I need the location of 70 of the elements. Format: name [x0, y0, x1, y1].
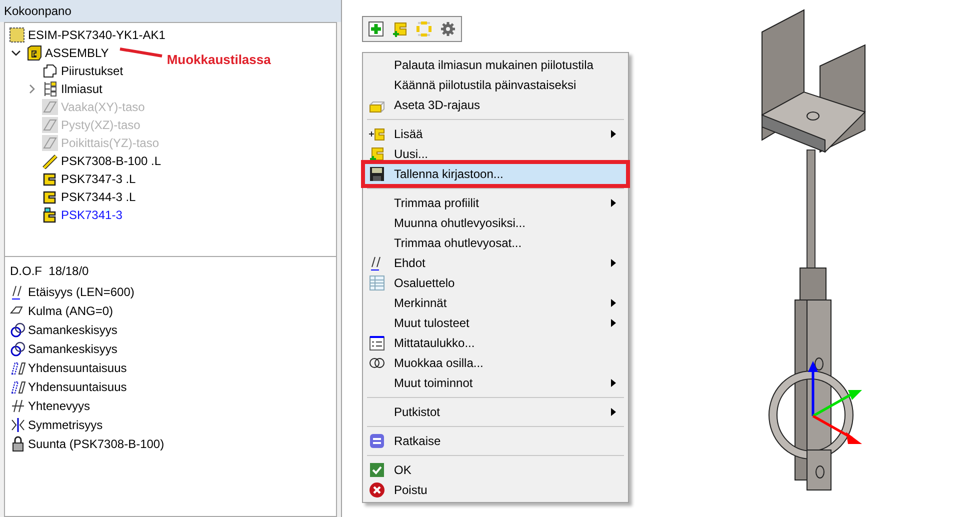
check-icon [369, 462, 385, 478]
parallel-constraint-icon [10, 360, 26, 376]
annotation-text: Muokkaustilassa [166, 51, 271, 70]
part-edit-icon [42, 207, 58, 223]
new-part-icon[interactable] [392, 21, 408, 37]
list-icon [369, 335, 385, 351]
concentric-constraint-icon [10, 322, 26, 338]
parallel-constraint-icon [10, 378, 26, 394]
tree-item[interactable]: ESIM-PSK7340-YK1-AK1 [28, 26, 166, 44]
menu-item[interactable]: Käännä piilotustila päinvastaiseksi [365, 75, 626, 95]
constraint-item[interactable]: Samankeskisyys [28, 320, 118, 338]
menu-item[interactable]: Trimmaa ohutlevyosat... [365, 233, 626, 253]
menu-item[interactable]: Mittataulukko... [365, 333, 626, 353]
part-icon [42, 171, 58, 187]
constraint-item[interactable]: Yhtenevyys [28, 396, 90, 414]
rod-icon [42, 153, 58, 169]
add-icon[interactable] [368, 21, 384, 37]
tree-item[interactable]: PSK7308-B-100 .L [61, 152, 162, 170]
menu-item[interactable]: Poistu [365, 480, 626, 500]
assembly-icon [9, 27, 25, 43]
menu-item[interactable]: Aseta 3D-rajaus [365, 95, 626, 115]
equals-icon [369, 433, 385, 449]
assembly-icon [26, 45, 42, 61]
menu-item[interactable]: Trimmaa profiilit [365, 193, 626, 213]
drawing-sheets-icon [42, 63, 58, 79]
plane-icon [42, 99, 58, 115]
concentric-constraint-icon [10, 340, 26, 356]
expand-chevron-icon[interactable] [27, 84, 37, 94]
tree-item[interactable]: ASSEMBLY [45, 44, 109, 62]
constraint-item[interactable]: Symmetrisyys [28, 416, 103, 434]
constraint-item[interactable]: Suunta (PSK7308-B-100) [28, 434, 164, 452]
panel-title: Kokoonpano [0, 0, 341, 22]
menu-item[interactable]: OK [365, 460, 626, 480]
menu-item[interactable]: Muokkaa osilla... [365, 353, 626, 373]
plane-icon [42, 117, 58, 133]
plane-icon [42, 135, 58, 151]
menu-item[interactable]: Muut toiminnot [365, 373, 626, 393]
tree-item[interactable]: PSK7341-3 [61, 206, 122, 224]
collapse-chevron-icon[interactable] [11, 48, 21, 58]
menu-item[interactable]: Ratkaise [365, 431, 626, 451]
table-icon [369, 275, 385, 291]
menu-item[interactable]: Osaluettelo [365, 273, 626, 293]
menu-item[interactable]: Ehdot [365, 253, 626, 273]
tree-item[interactable]: PSK7344-3 .L [61, 188, 136, 206]
menu-item[interactable]: Merkinnät [365, 293, 626, 313]
tree-item[interactable]: Piirustukset [61, 62, 124, 80]
constraint-item[interactable]: Yhdensuuntaisuus [28, 378, 127, 396]
part-icon [42, 189, 58, 205]
menu-item[interactable]: Tallenna kirjastoon... [365, 164, 626, 184]
menu-item[interactable]: Lisää [365, 124, 626, 144]
constraint-item[interactable]: Samankeskisyys [28, 340, 118, 358]
menu-item[interactable]: Putkistot [365, 402, 626, 422]
menu-item[interactable]: Muunna ohutlevyosiksi... [365, 213, 626, 233]
lock-icon [10, 436, 26, 452]
constraint-item[interactable]: Kulma (ANG=0) [28, 302, 114, 320]
settings-icon[interactable] [440, 21, 456, 37]
close-icon [369, 482, 385, 498]
rings-icon [369, 355, 385, 371]
tree-list-icon [42, 81, 58, 97]
add-part-icon [369, 126, 385, 142]
constraint-item[interactable]: Yhdensuuntaisuus [28, 358, 127, 376]
annotation-line [118, 47, 164, 59]
menu-item[interactable]: Muut tulosteet [365, 313, 626, 333]
constraint-item[interactable]: Etäisyys (LEN=600) [28, 282, 134, 300]
dof-label: D.O.F 18/18/0 [10, 263, 90, 280]
tree-item[interactable]: Ilmiasut [61, 80, 102, 98]
symmetry-constraint-icon [10, 416, 26, 432]
coincident-constraint-icon [10, 398, 26, 414]
tree-item[interactable]: PSK7347-3 .L [61, 170, 136, 188]
menu-item[interactable]: Palauta ilmiasun mukainen piilotustila [365, 55, 626, 75]
